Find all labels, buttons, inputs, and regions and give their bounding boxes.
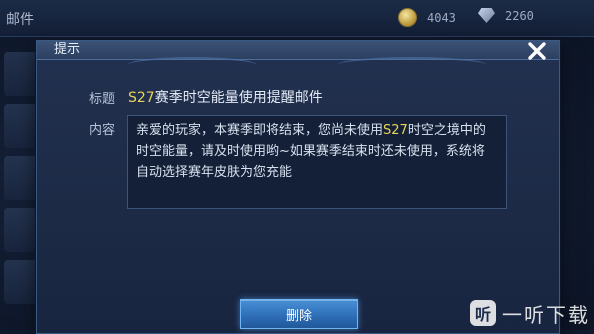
mail-subject: S27赛季时空能量使用提醒邮件 [128, 87, 323, 107]
notice-dialog: 提示 标题 S27赛季时空能量使用提醒邮件 内容 亲爱的玩家，本赛季即将结束，您… [36, 40, 560, 334]
coin-value: 4043 [427, 10, 456, 25]
dialog-header [37, 41, 559, 60]
content-text: 时空之境中的 [407, 123, 486, 138]
diamond-value: 2260 [505, 8, 534, 23]
diamond-counter: 2260 [478, 8, 534, 23]
content-line: 时空能量，请及时使用哟~如果赛季结束时还未使用，系统将 [136, 144, 485, 159]
page-title: 邮件 [6, 12, 34, 28]
subject-label: 标题 [89, 92, 116, 107]
header-ornament [337, 57, 487, 73]
subject-text: 赛季时空能量使用提醒邮件 [154, 90, 323, 106]
content-line: 自动选择赛年皮肤为您充能 [136, 165, 293, 180]
content-text: 亲爱的玩家，本赛季即将结束，您尚未使用 [136, 123, 384, 138]
delete-button[interactable]: 删除 [240, 299, 358, 329]
watermark: 听 一听下载 [470, 298, 590, 328]
dialog-title: 提示 [54, 42, 81, 57]
close-icon [528, 42, 546, 60]
close-button[interactable] [523, 37, 551, 65]
subject-season: S27 [128, 90, 155, 106]
mail-content: 亲爱的玩家，本赛季即将结束，您尚未使用S27时空之境中的 时空能量，请及时使用哟… [127, 115, 507, 209]
content-line: 亲爱的玩家，本赛季即将结束，您尚未使用S27时空之境中的 [136, 120, 498, 141]
content-label: 内容 [89, 123, 116, 138]
watermark-logo: 听 [470, 300, 496, 326]
diamond-icon [478, 8, 495, 23]
header-ornament [127, 57, 257, 73]
coin-counter: 4043 [398, 8, 456, 27]
coin-icon [398, 8, 417, 27]
top-bar: 邮件 4043 2260 [0, 0, 594, 37]
content-season: S27 [383, 123, 408, 138]
watermark-text: 一听下载 [502, 302, 590, 327]
